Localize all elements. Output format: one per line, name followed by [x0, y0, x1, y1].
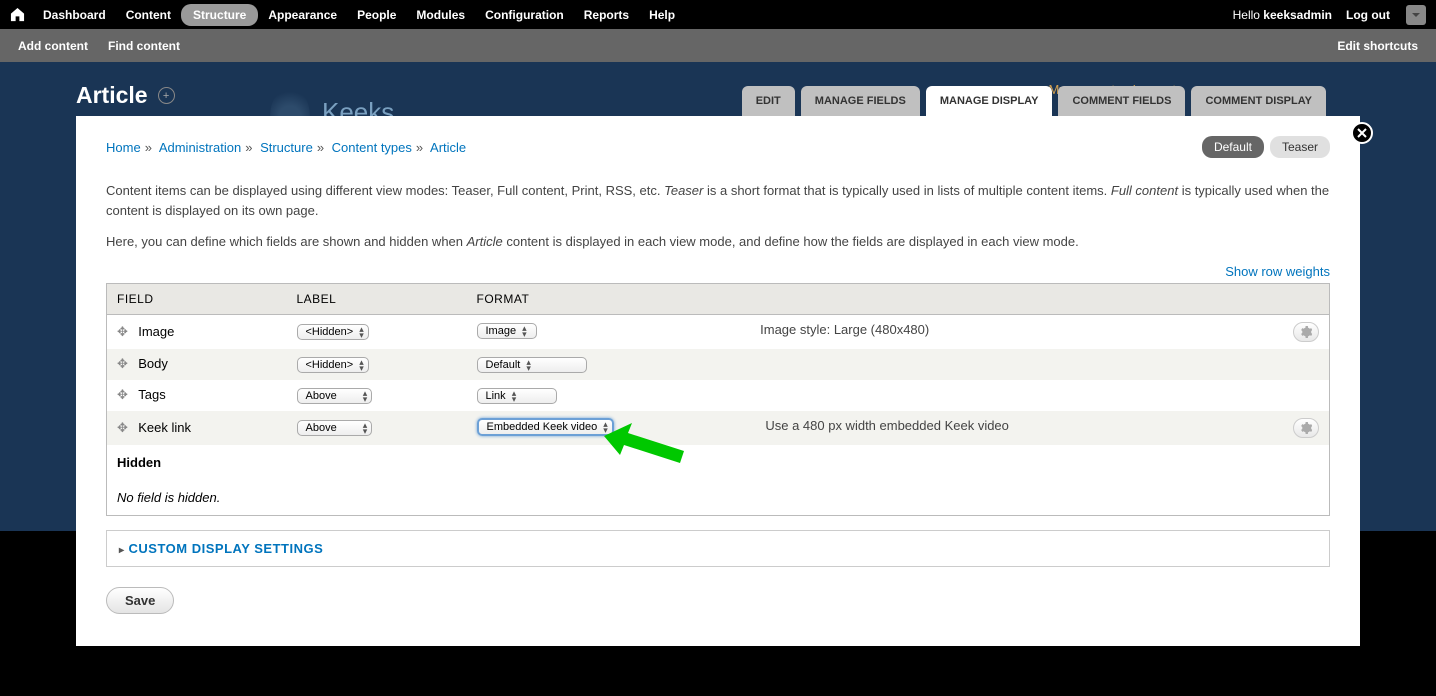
drag-handle-icon[interactable]: ✥ [117, 420, 131, 436]
settings-gear-button[interactable] [1293, 418, 1319, 438]
tab-manage-fields[interactable]: MANAGE FIELDS [801, 86, 920, 116]
sec-tab-teaser[interactable]: Teaser [1270, 136, 1330, 158]
tab-comment-display[interactable]: COMMENT DISPLAY [1191, 86, 1326, 116]
th-label: LABEL [287, 283, 467, 314]
table-row: ✥ Keek link Above▴▾ Embedded Keek video▴… [107, 411, 1330, 445]
breadcrumb: Home» Administration» Structure» Content… [106, 140, 1330, 155]
format-summary: Use a 480 px width embedded Keek video [765, 418, 1009, 433]
menu-structure[interactable]: Structure [181, 4, 258, 26]
hello-user: Hello keeksadmin [1233, 8, 1332, 22]
label-select[interactable]: Above▴▾ [297, 388, 373, 404]
add-shortcut-icon[interactable]: + [158, 87, 175, 104]
crumb-admin[interactable]: Administration [159, 140, 241, 155]
admin-menu-bar: Dashboard Content Structure Appearance P… [0, 0, 1436, 29]
menu-dashboard[interactable]: Dashboard [33, 2, 116, 28]
show-row-weights-link[interactable]: Show row weights [1225, 264, 1330, 279]
shortcut-add-content[interactable]: Add content [18, 39, 88, 53]
menu-content[interactable]: Content [116, 2, 181, 28]
custom-display-settings[interactable]: ▸CUSTOM DISPLAY SETTINGS [106, 530, 1330, 567]
crumb-structure[interactable]: Structure [260, 140, 313, 155]
save-button[interactable]: Save [106, 587, 174, 614]
th-format: FORMAT [467, 283, 1330, 314]
shortcut-toggle[interactable] [1406, 5, 1426, 25]
field-name: Tags [138, 387, 165, 402]
admin-logout[interactable]: Log out [1346, 8, 1390, 22]
field-name: Image [138, 324, 174, 339]
menu-appearance[interactable]: Appearance [258, 2, 347, 28]
crumb-content-types[interactable]: Content types [332, 140, 412, 155]
label-select[interactable]: <Hidden>▴▾ [297, 357, 369, 373]
drag-handle-icon[interactable]: ✥ [117, 356, 131, 372]
field-name: Body [138, 356, 168, 371]
page-title: Article [76, 82, 148, 109]
label-select[interactable]: <Hidden>▴▾ [297, 324, 369, 340]
secondary-tabs: Default Teaser [1202, 136, 1330, 158]
sec-tab-default[interactable]: Default [1202, 136, 1264, 158]
shortcut-find-content[interactable]: Find content [108, 39, 180, 53]
menu-configuration[interactable]: Configuration [475, 2, 574, 28]
description: Content items can be displayed using dif… [106, 181, 1330, 252]
field-name: Keek link [138, 420, 191, 435]
menu-people[interactable]: People [347, 2, 406, 28]
format-select[interactable]: Link▴▾ [477, 388, 557, 404]
table-row: ✥ Image <Hidden>▴▾ Image▴▾ Image style: … [107, 314, 1330, 349]
drag-handle-icon[interactable]: ✥ [117, 324, 131, 340]
home-icon[interactable] [10, 7, 25, 22]
table-row: ✥ Tags Above▴▾ Link▴▾ [107, 380, 1330, 411]
hidden-section-empty: No field is hidden. [107, 480, 1330, 516]
close-overlay-button[interactable] [1351, 122, 1373, 144]
label-select[interactable]: Above▴▾ [297, 420, 373, 436]
crumb-home[interactable]: Home [106, 140, 141, 155]
drag-handle-icon[interactable]: ✥ [117, 387, 131, 403]
format-select[interactable]: Default▴▾ [477, 357, 587, 373]
table-row: ✥ Body <Hidden>▴▾ Default▴▾ [107, 349, 1330, 380]
menu-help[interactable]: Help [639, 2, 685, 28]
th-field: FIELD [107, 283, 287, 314]
collapse-triangle-icon: ▸ [119, 545, 125, 556]
crumb-article[interactable]: Article [430, 140, 466, 155]
tab-comment-fields[interactable]: COMMENT FIELDS [1058, 86, 1185, 116]
menu-modules[interactable]: Modules [406, 2, 475, 28]
format-summary: Image style: Large (480x480) [760, 322, 929, 337]
tab-manage-display[interactable]: MANAGE DISPLAY [926, 86, 1053, 116]
shortcut-bar: Add content Find content Edit shortcuts [0, 29, 1436, 62]
hidden-section-header: Hidden [107, 445, 1330, 480]
primary-tabs: EDIT MANAGE FIELDS MANAGE DISPLAY COMMEN… [742, 86, 1326, 116]
overlay-panel: Home» Administration» Structure» Content… [76, 116, 1360, 646]
tab-edit[interactable]: EDIT [742, 86, 795, 116]
edit-shortcuts[interactable]: Edit shortcuts [1337, 39, 1418, 53]
format-select[interactable]: Embedded Keek video▴▾ [477, 418, 614, 436]
menu-reports[interactable]: Reports [574, 2, 639, 28]
format-select[interactable]: Image▴▾ [477, 323, 537, 339]
field-display-table: FIELD LABEL FORMAT ✥ Image <Hidden>▴▾ Im… [106, 283, 1330, 516]
settings-gear-button[interactable] [1293, 322, 1319, 342]
